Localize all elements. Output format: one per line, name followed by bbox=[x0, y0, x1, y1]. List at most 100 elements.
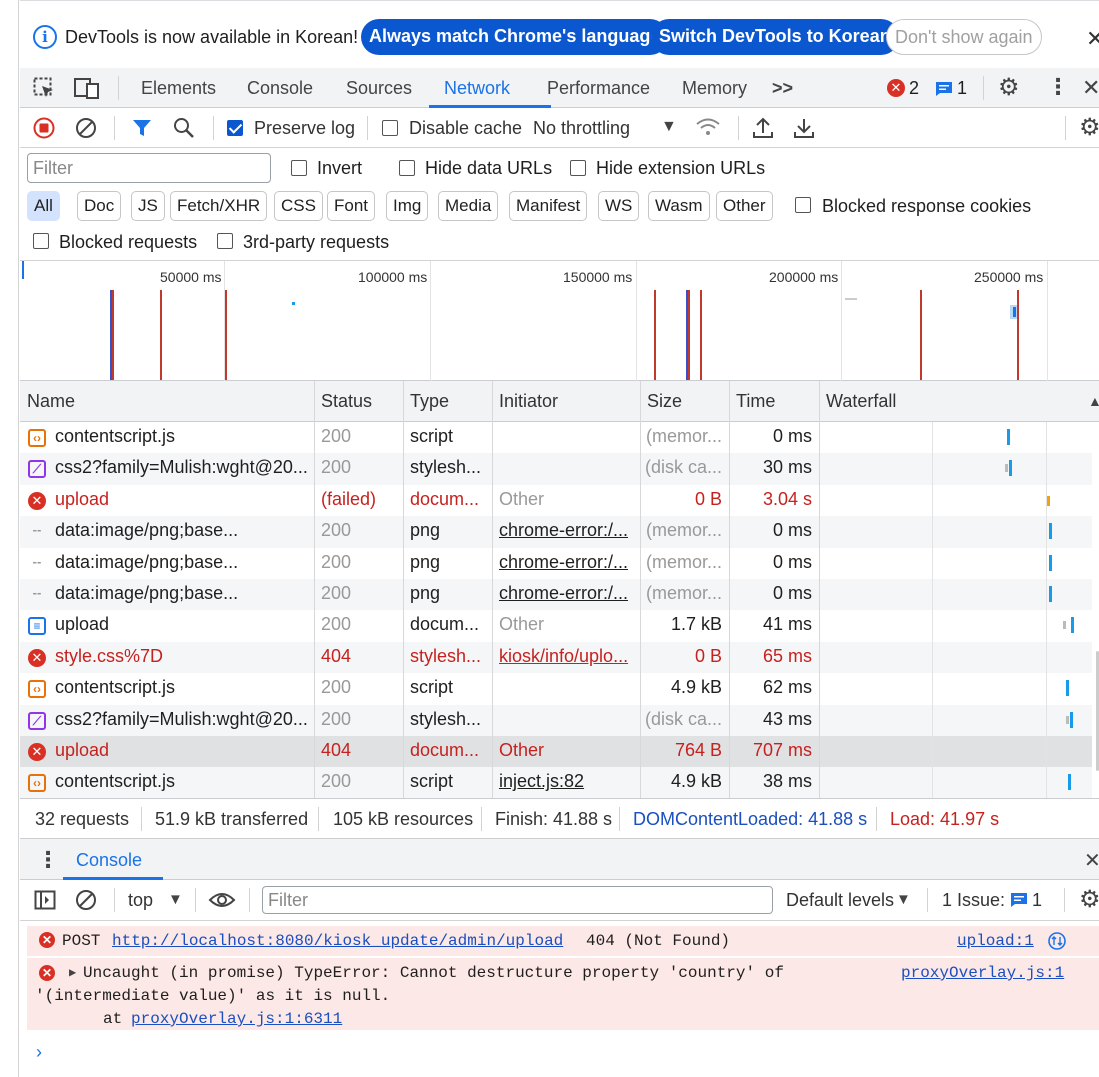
finish-time: Finish: 41.88 s bbox=[495, 809, 613, 829]
invert-checkbox[interactable] bbox=[291, 160, 307, 176]
waterfall-bar bbox=[1049, 523, 1052, 540]
filter-chip-js[interactable]: JS bbox=[131, 191, 165, 221]
filter-chip-img[interactable]: Img bbox=[386, 191, 429, 221]
drawer-menu-icon[interactable]: ⋮ bbox=[37, 847, 59, 873]
message-count[interactable]: 1 bbox=[957, 78, 967, 99]
column-header-name[interactable]: Name bbox=[27, 391, 75, 412]
clear-icon[interactable] bbox=[75, 117, 97, 139]
cell-initiator: Other bbox=[499, 740, 545, 760]
stylesheet-icon: ⟋ bbox=[28, 460, 46, 479]
cell-initiator[interactable]: chrome-error:/... bbox=[499, 583, 634, 604]
console-filter-input[interactable]: Filter bbox=[262, 886, 773, 914]
tab-sources[interactable]: Sources bbox=[346, 68, 412, 108]
request-url-link[interactable]: http://localhost:8080/kiosk_update/admin… bbox=[112, 932, 563, 950]
network-summary-bar: 32 requests 51.9 kB transferred 105 kB r… bbox=[20, 799, 1099, 839]
filter-chip-doc[interactable]: Doc bbox=[77, 191, 122, 221]
source-link[interactable]: upload:1 bbox=[957, 932, 1034, 950]
drawer-tab-console[interactable]: Console bbox=[76, 850, 142, 871]
filter-chip-css[interactable]: CSS bbox=[274, 191, 323, 221]
import-har-icon[interactable] bbox=[752, 116, 774, 140]
settings-gear-icon[interactable]: ⚙ bbox=[998, 73, 1020, 102]
log-levels-select[interactable]: Default levels bbox=[786, 890, 894, 911]
more-tabs-icon[interactable]: >> bbox=[772, 68, 793, 108]
kebab-menu-icon[interactable]: ⋮ bbox=[1047, 74, 1069, 100]
context-chevron-down-icon[interactable]: ▼ bbox=[168, 891, 183, 908]
network-overview[interactable]: 50000 ms 100000 ms 150000 ms 200000 ms 2… bbox=[20, 261, 1099, 381]
console-prompt-icon[interactable]: › bbox=[36, 1042, 42, 1063]
filter-chip-fetch-xhr[interactable]: Fetch/XHR bbox=[170, 191, 268, 221]
cell-name: style.css%7D bbox=[55, 645, 164, 666]
cell-initiator[interactable]: chrome-error:/... bbox=[499, 520, 634, 541]
close-drawer-icon[interactable]: ✕ bbox=[1084, 848, 1099, 873]
network-conditions-icon[interactable] bbox=[695, 116, 721, 138]
column-header-status[interactable]: Status bbox=[321, 391, 372, 412]
expand-triangle-icon[interactable]: ▶ bbox=[69, 965, 76, 980]
switch-to-korean-button[interactable]: Switch DevTools to Korean bbox=[651, 19, 899, 55]
third-party-requests-checkbox[interactable] bbox=[217, 233, 233, 249]
filter-chip-manifest[interactable]: Manifest bbox=[509, 191, 588, 221]
cell-size: 4.9 kB bbox=[670, 771, 722, 792]
preserve-log-label: Preserve log bbox=[254, 118, 356, 138]
context-selector[interactable]: top bbox=[128, 890, 153, 911]
blocked-response-cookies-checkbox[interactable] bbox=[795, 197, 811, 213]
column-header-time[interactable]: Time bbox=[736, 391, 775, 412]
network-settings-gear-icon[interactable]: ⚙ bbox=[1079, 113, 1099, 142]
filter-chip-wasm[interactable]: Wasm bbox=[648, 191, 710, 221]
error-icon: ✕ bbox=[28, 743, 46, 761]
cell-time: 707 ms bbox=[752, 740, 812, 760]
close-devtools-icon[interactable]: ✕ bbox=[1082, 75, 1099, 101]
filter-chip-ws[interactable]: WS bbox=[598, 191, 640, 221]
export-har-icon[interactable] bbox=[793, 116, 815, 140]
filter-chip-all[interactable]: All bbox=[27, 191, 60, 221]
tab-elements[interactable]: Elements bbox=[141, 68, 216, 108]
live-expression-eye-icon[interactable] bbox=[208, 890, 236, 910]
preserve-log-checkbox[interactable] bbox=[227, 120, 243, 136]
disable-cache-checkbox[interactable] bbox=[382, 120, 398, 136]
cell-status: (failed) bbox=[321, 488, 377, 509]
dont-show-again-button[interactable]: Don't show again bbox=[886, 19, 1042, 55]
tab-console[interactable]: Console bbox=[247, 68, 313, 108]
tab-memory[interactable]: Memory bbox=[682, 68, 747, 108]
column-header-type[interactable]: Type bbox=[410, 391, 449, 412]
console-settings-gear-icon[interactable]: ⚙ bbox=[1079, 885, 1099, 914]
cell-time: 0 ms bbox=[772, 551, 812, 572]
chevron-down-icon[interactable]: ▼ bbox=[661, 118, 677, 136]
device-toolbar-icon[interactable] bbox=[74, 77, 100, 99]
levels-chevron-down-icon[interactable]: ▼ bbox=[896, 891, 911, 908]
close-icon[interactable]: ✕ bbox=[1086, 26, 1099, 52]
hide-extension-urls-checkbox[interactable] bbox=[570, 160, 586, 176]
filter-chip-other[interactable]: Other bbox=[716, 191, 773, 221]
inspect-element-icon[interactable] bbox=[33, 77, 55, 99]
filter-chip-font[interactable]: Font bbox=[327, 191, 376, 221]
throttling-select[interactable]: No throttling bbox=[533, 118, 630, 139]
cell-time: 0 ms bbox=[772, 426, 812, 446]
sidebar-toggle-icon[interactable] bbox=[34, 889, 56, 911]
hide-data-urls-checkbox[interactable] bbox=[399, 160, 415, 176]
issues-label[interactable]: 1 Issue: bbox=[942, 890, 1005, 911]
tab-performance[interactable]: Performance bbox=[547, 68, 650, 108]
issues-count[interactable]: 1 bbox=[1032, 890, 1042, 911]
tab-network[interactable]: Network bbox=[444, 68, 510, 108]
filter-funnel-icon[interactable] bbox=[132, 118, 152, 138]
stop-recording-icon[interactable] bbox=[33, 117, 55, 139]
filter-input[interactable]: Filter bbox=[27, 153, 271, 183]
network-request-icon[interactable] bbox=[1048, 932, 1066, 950]
issue-message-icon[interactable] bbox=[1010, 892, 1028, 908]
source-link[interactable]: proxyOverlay.js:1 bbox=[901, 964, 1064, 982]
cell-initiator[interactable]: kiosk/info/uplo... bbox=[499, 646, 634, 667]
clear-console-icon[interactable] bbox=[75, 889, 97, 911]
filter-chip-media[interactable]: Media bbox=[438, 191, 499, 221]
column-header-initiator[interactable]: Initiator bbox=[499, 391, 558, 412]
column-header-size[interactable]: Size bbox=[647, 391, 682, 412]
column-header-waterfall[interactable]: Waterfall bbox=[826, 391, 896, 412]
stack-trace-link[interactable]: proxyOverlay.js:1:6311 bbox=[131, 1010, 342, 1028]
error-count[interactable]: 2 bbox=[909, 78, 919, 99]
blocked-requests-checkbox[interactable] bbox=[33, 233, 49, 249]
cell-initiator[interactable]: inject.js:82 bbox=[499, 771, 634, 792]
cell-size: (memor... bbox=[645, 426, 722, 446]
always-match-language-button[interactable]: Always match Chrome's language bbox=[361, 19, 669, 55]
cell-initiator[interactable]: chrome-error:/... bbox=[499, 552, 634, 573]
cell-name: css2?family=Mulish:wght@20... bbox=[55, 708, 308, 729]
timeline-marker bbox=[688, 290, 690, 380]
search-icon[interactable] bbox=[173, 117, 195, 139]
